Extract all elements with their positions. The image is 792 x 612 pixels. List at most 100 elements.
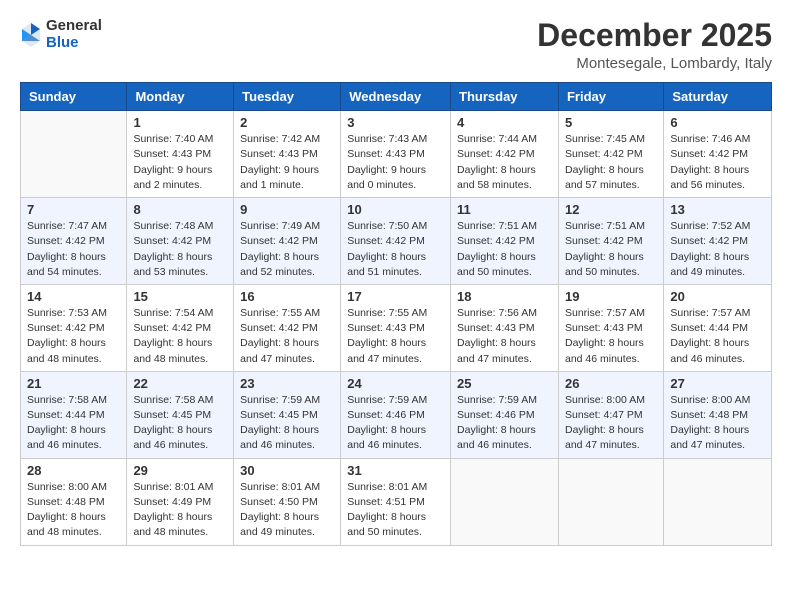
day-info: Sunrise: 7:54 AM Sunset: 4:42 PM Dayligh…: [133, 306, 227, 367]
calendar-cell: 4Sunrise: 7:44 AM Sunset: 4:42 PM Daylig…: [451, 111, 559, 198]
calendar-header-row: SundayMondayTuesdayWednesdayThursdayFrid…: [21, 83, 772, 111]
calendar-cell: 2 Sunrise: 7:42 AM Sunset: 4:43 PM Daylig…: [234, 111, 341, 198]
calendar-cell: 9Sunrise: 7:49 AM Sunset: 4:42 PM Daylig…: [234, 198, 341, 285]
calendar-header-sunday: Sunday: [21, 83, 127, 111]
calendar-cell: 21 Sunrise: 7:58 AM Sunset: 4:44 PM Dayli…: [21, 371, 127, 458]
day-number: 17: [347, 289, 444, 304]
calendar-cell: 25 Sunrise: 7:59 AM Sunset: 4:46 PM Dayli…: [451, 371, 559, 458]
logo: General Blue: [20, 18, 102, 51]
day-info: Sunrise: 7:47 AM Sunset: 4:42 PM Dayligh…: [27, 219, 120, 280]
day-info: Sunrise: 8:00 AM Sunset: 4:48 PM Dayligh…: [27, 480, 120, 541]
day-info: Sunrise: 7:51 AM Sunset: 4:42 PM Dayligh…: [565, 219, 657, 280]
calendar-cell: 24 Sunrise: 7:59 AM Sunset: 4:46 PM Dayli…: [341, 371, 451, 458]
calendar-cell: 8 Sunrise: 7:48 AM Sunset: 4:42 PM Daylig…: [127, 198, 234, 285]
day-number: 23: [240, 376, 334, 391]
day-info: Sunrise: 7:59 AM Sunset: 4:45 PM Dayligh…: [240, 393, 334, 454]
day-number: 26: [565, 376, 657, 391]
day-number: 6: [670, 115, 765, 130]
day-number: 15: [133, 289, 227, 304]
calendar-week-row: 21 Sunrise: 7:58 AM Sunset: 4:44 PM Dayli…: [21, 371, 772, 458]
day-info: Sunrise: 7:57 AM Sunset: 4:43 PM Dayligh…: [565, 306, 657, 367]
day-number: 28: [27, 463, 120, 478]
calendar-week-row: 28 Sunrise: 8:00 AM Sunset: 4:48 PM Dayli…: [21, 458, 772, 545]
day-number: 24: [347, 376, 444, 391]
day-number: 29: [133, 463, 227, 478]
day-info: Sunrise: 7:50 AM Sunset: 4:42 PM Dayligh…: [347, 219, 444, 280]
day-info: Sunrise: 7:51 AM Sunset: 4:42 PM Dayligh…: [457, 219, 552, 280]
day-info: Sunrise: 7:42 AM Sunset: 4:43 PM Dayligh…: [240, 132, 334, 193]
calendar-header-thursday: Thursday: [451, 83, 559, 111]
day-number: 13: [670, 202, 765, 217]
day-number: 20: [670, 289, 765, 304]
calendar-cell: 11 Sunrise: 7:51 AM Sunset: 4:42 PM Dayli…: [451, 198, 559, 285]
day-number: 2: [240, 115, 334, 130]
day-number: 8: [133, 202, 227, 217]
day-info: Sunrise: 8:01 AM Sunset: 4:51 PM Dayligh…: [347, 480, 444, 541]
calendar-cell: 23 Sunrise: 7:59 AM Sunset: 4:45 PM Dayli…: [234, 371, 341, 458]
header: General Blue December 2025 Montesegale, …: [20, 18, 772, 72]
day-number: 18: [457, 289, 552, 304]
day-number: 27: [670, 376, 765, 391]
calendar-cell: [664, 458, 772, 545]
day-info: Sunrise: 7:49 AM Sunset: 4:42 PM Dayligh…: [240, 219, 334, 280]
day-number: 11: [457, 202, 552, 217]
calendar-cell: 22 Sunrise: 7:58 AM Sunset: 4:45 PM Dayli…: [127, 371, 234, 458]
day-number: 16: [240, 289, 334, 304]
day-info: Sunrise: 7:43 AM Sunset: 4:43 PM Dayligh…: [347, 132, 444, 193]
calendar-cell: 5Sunrise: 7:45 AM Sunset: 4:42 PM Daylig…: [558, 111, 663, 198]
calendar-header-monday: Monday: [127, 83, 234, 111]
day-info: Sunrise: 8:01 AM Sunset: 4:50 PM Dayligh…: [240, 480, 334, 541]
calendar-header-tuesday: Tuesday: [234, 83, 341, 111]
day-info: Sunrise: 7:46 AM Sunset: 4:42 PM Dayligh…: [670, 132, 765, 193]
calendar-cell: 26 Sunrise: 8:00 AM Sunset: 4:47 PM Dayli…: [558, 371, 663, 458]
calendar-header-friday: Friday: [558, 83, 663, 111]
calendar-cell: 27Sunrise: 8:00 AM Sunset: 4:48 PM Dayli…: [664, 371, 772, 458]
calendar-cell: 7 Sunrise: 7:47 AM Sunset: 4:42 PM Daylig…: [21, 198, 127, 285]
calendar-cell: 13 Sunrise: 7:52 AM Sunset: 4:42 PM Dayli…: [664, 198, 772, 285]
calendar-cell: 30Sunrise: 8:01 AM Sunset: 4:50 PM Dayli…: [234, 458, 341, 545]
title-area: December 2025 Montesegale, Lombardy, Ita…: [537, 18, 772, 72]
day-info: Sunrise: 7:40 AM Sunset: 4:43 PM Dayligh…: [133, 132, 227, 193]
day-info: Sunrise: 7:55 AM Sunset: 4:43 PM Dayligh…: [347, 306, 444, 367]
calendar-cell: 29Sunrise: 8:01 AM Sunset: 4:49 PM Dayli…: [127, 458, 234, 545]
calendar-week-row: 7 Sunrise: 7:47 AM Sunset: 4:42 PM Daylig…: [21, 198, 772, 285]
calendar-cell: [558, 458, 663, 545]
calendar-cell: 19Sunrise: 7:57 AM Sunset: 4:43 PM Dayli…: [558, 284, 663, 371]
calendar-cell: 17 Sunrise: 7:55 AM Sunset: 4:43 PM Dayli…: [341, 284, 451, 371]
calendar-cell: 10 Sunrise: 7:50 AM Sunset: 4:42 PM Dayli…: [341, 198, 451, 285]
month-title: December 2025: [537, 18, 772, 53]
calendar-cell: [451, 458, 559, 545]
day-info: Sunrise: 7:59 AM Sunset: 4:46 PM Dayligh…: [457, 393, 552, 454]
day-info: Sunrise: 7:56 AM Sunset: 4:43 PM Dayligh…: [457, 306, 552, 367]
calendar-cell: 1 Sunrise: 7:40 AM Sunset: 4:43 PM Daylig…: [127, 111, 234, 198]
page: General Blue December 2025 Montesegale, …: [0, 0, 792, 558]
calendar-header-saturday: Saturday: [664, 83, 772, 111]
day-number: 14: [27, 289, 120, 304]
day-info: Sunrise: 7:58 AM Sunset: 4:44 PM Dayligh…: [27, 393, 120, 454]
day-number: 5: [565, 115, 657, 130]
location: Montesegale, Lombardy, Italy: [537, 55, 772, 72]
day-number: 21: [27, 376, 120, 391]
day-number: 31: [347, 463, 444, 478]
day-number: 22: [133, 376, 227, 391]
day-number: 7: [27, 202, 120, 217]
calendar-cell: 31 Sunrise: 8:01 AM Sunset: 4:51 PM Dayli…: [341, 458, 451, 545]
day-info: Sunrise: 7:59 AM Sunset: 4:46 PM Dayligh…: [347, 393, 444, 454]
calendar-week-row: 14Sunrise: 7:53 AM Sunset: 4:42 PM Dayli…: [21, 284, 772, 371]
day-info: Sunrise: 7:55 AM Sunset: 4:42 PM Dayligh…: [240, 306, 334, 367]
calendar: SundayMondayTuesdayWednesdayThursdayFrid…: [20, 82, 772, 545]
logo-text: General Blue: [46, 18, 102, 51]
calendar-cell: 16 Sunrise: 7:55 AM Sunset: 4:42 PM Dayli…: [234, 284, 341, 371]
day-number: 1: [133, 115, 227, 130]
day-info: Sunrise: 7:48 AM Sunset: 4:42 PM Dayligh…: [133, 219, 227, 280]
day-number: 25: [457, 376, 552, 391]
day-info: Sunrise: 7:52 AM Sunset: 4:42 PM Dayligh…: [670, 219, 765, 280]
day-number: 4: [457, 115, 552, 130]
calendar-cell: 14Sunrise: 7:53 AM Sunset: 4:42 PM Dayli…: [21, 284, 127, 371]
day-info: Sunrise: 8:00 AM Sunset: 4:47 PM Dayligh…: [565, 393, 657, 454]
calendar-cell: 28 Sunrise: 8:00 AM Sunset: 4:48 PM Dayli…: [21, 458, 127, 545]
day-number: 10: [347, 202, 444, 217]
calendar-cell: 6 Sunrise: 7:46 AM Sunset: 4:42 PM Daylig…: [664, 111, 772, 198]
day-info: Sunrise: 7:58 AM Sunset: 4:45 PM Dayligh…: [133, 393, 227, 454]
calendar-cell: 12Sunrise: 7:51 AM Sunset: 4:42 PM Dayli…: [558, 198, 663, 285]
